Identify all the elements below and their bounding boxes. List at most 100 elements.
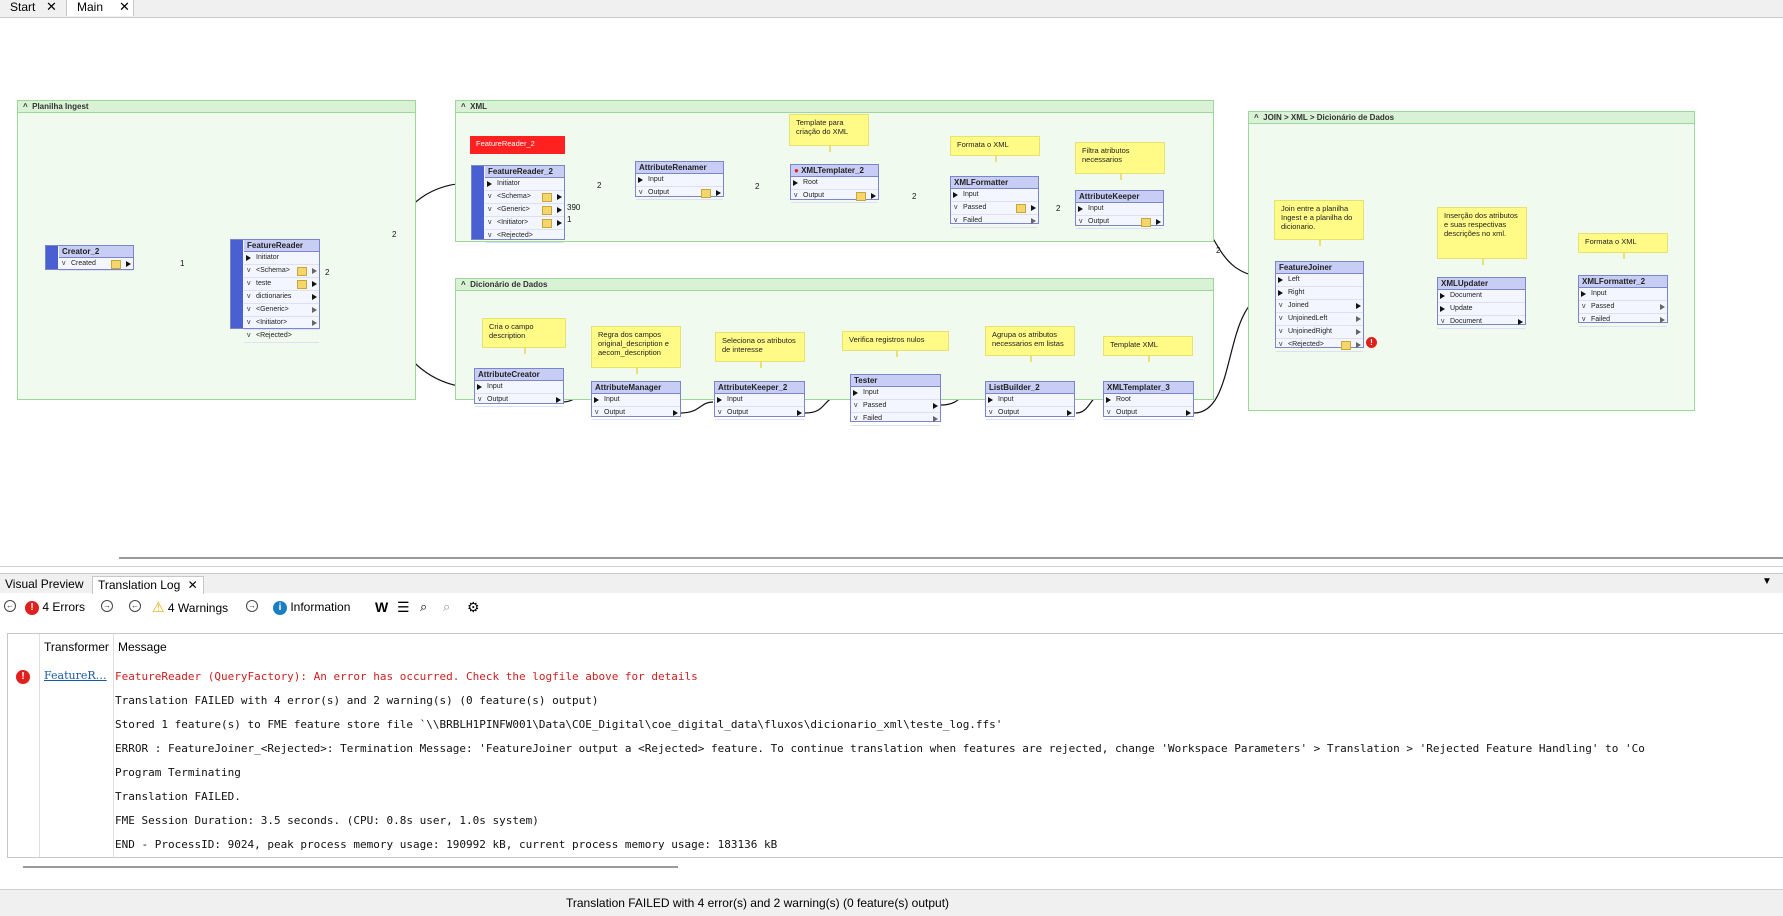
port-input[interactable]: Input: [475, 381, 563, 394]
port-update[interactable]: Update: [1438, 303, 1525, 316]
node-xmltemplater-2[interactable]: ● XMLTemplater_2 Root v Output: [790, 164, 879, 203]
errors-filter-button[interactable]: ! 4 Errors: [25, 599, 85, 615]
close-icon[interactable]: ✕: [46, 0, 57, 14]
error-badge-icon[interactable]: !: [1366, 337, 1377, 348]
bookmark-dicionario[interactable]: ^ Dicionário de Dados: [455, 278, 1214, 400]
tab-translation-log[interactable]: Translation Log ✕: [92, 576, 204, 594]
close-icon[interactable]: ✕: [188, 578, 198, 592]
port-initiator-out[interactable]: v <Initiator>: [244, 317, 319, 330]
tab-start[interactable]: Start ✕: [0, 0, 62, 16]
chevron-down-icon[interactable]: ▼: [1762, 576, 1772, 587]
port-output[interactable]: v Output: [636, 187, 723, 200]
port-rejected[interactable]: v <Rejected>: [244, 330, 319, 343]
close-icon[interactable]: ✕: [119, 0, 130, 14]
gear-icon[interactable]: ⚙: [467, 599, 480, 615]
port-left[interactable]: Left: [1276, 274, 1363, 287]
port-input[interactable]: Input: [1076, 203, 1163, 216]
workspace-canvas[interactable]: ^ Planilha Ingest ^ XML ^ Dicionário de …: [0, 18, 1783, 567]
port-root[interactable]: Root: [791, 177, 878, 190]
log-horizontal-scrollbar[interactable]: [23, 866, 678, 868]
node-xmlformatter-2[interactable]: XMLFormatter_2 Input v Passed v Failed: [1578, 275, 1668, 327]
tab-main[interactable]: Main ✕: [66, 0, 134, 16]
canvas-horizontal-scrollbar[interactable]: [119, 557, 1783, 559]
node-featurereader[interactable]: FeatureReader Initiator v <Schema> v teste…: [230, 239, 320, 343]
port-created[interactable]: v Created: [59, 258, 133, 271]
information-filter-button[interactable]: i Information: [273, 599, 350, 615]
log-line: FeatureReader (QueryFactory): An error h…: [115, 670, 698, 683]
port-input[interactable]: Input: [715, 394, 804, 407]
bookmark-label: JOIN > XML > Dicionário de Dados: [1263, 113, 1395, 122]
annotation-note: Verifica registros nulos: [842, 331, 949, 357]
port-dictionaries[interactable]: v dictionaries: [244, 291, 319, 304]
find-icon[interactable]: ⌕: [420, 599, 427, 615]
port-document-out[interactable]: v Document: [1438, 316, 1525, 329]
port-passed[interactable]: v Passed: [851, 400, 940, 413]
port-output[interactable]: v Output: [791, 190, 878, 203]
port-output[interactable]: v Output: [1104, 407, 1193, 420]
node-attributemanager[interactable]: AttributeManager Input v Output: [591, 381, 681, 420]
node-xmlformatter[interactable]: XMLFormatter Input v Passed v Failed: [950, 176, 1039, 228]
port-output[interactable]: v Output: [475, 394, 563, 407]
port-output[interactable]: v Output: [986, 407, 1074, 420]
port-schema[interactable]: v <Schema>: [244, 265, 319, 278]
column-header-message[interactable]: Message: [118, 640, 167, 654]
word-wrap-icon[interactable]: W: [375, 599, 388, 615]
creator-icon: [46, 246, 58, 269]
node-attributekeeper-2[interactable]: AttributeKeeper_2 Input v Output: [714, 381, 805, 420]
find-next-icon[interactable]: ⌕: [443, 599, 450, 615]
annotation-note: Inserção dos atributos e suas respectiva…: [1437, 207, 1527, 265]
port-document-in[interactable]: Document: [1438, 290, 1525, 303]
port-right[interactable]: Right: [1276, 287, 1363, 300]
column-header-transformer[interactable]: Transformer: [44, 640, 109, 654]
next-warning-icon[interactable]: →: [246, 600, 258, 612]
transformer-link[interactable]: FeatureR…: [44, 669, 107, 682]
port-label: UnjoinedRight: [1288, 328, 1332, 335]
port-passed[interactable]: v Passed: [1579, 301, 1667, 314]
node-featurereader-2[interactable]: FeatureReader_2 Initiator v <Schema> v <Ge…: [471, 165, 565, 243]
tab-visual-preview[interactable]: Visual Preview: [0, 576, 88, 593]
port-input[interactable]: Input: [636, 174, 723, 187]
port-input[interactable]: Input: [851, 387, 940, 400]
node-xmltemplater-3[interactable]: XMLTemplater_3 Root v Output: [1103, 381, 1194, 420]
port-failed[interactable]: v Failed: [851, 413, 940, 426]
node-title: XMLFormatter_2: [1579, 276, 1667, 288]
port-rejected[interactable]: v <Rejected>: [485, 230, 564, 243]
node-creator-2[interactable]: Creator_2 v Created: [45, 245, 134, 271]
node-attributerenamer[interactable]: AttributeRenamer Input v Output: [635, 161, 724, 200]
port-output[interactable]: v Output: [592, 407, 680, 420]
port-initiator[interactable]: Initiator: [485, 178, 564, 191]
next-error-icon[interactable]: →: [101, 600, 113, 612]
port-unjoinedright[interactable]: v UnjoinedRight: [1276, 326, 1363, 339]
port-rejected[interactable]: v <Rejected>: [1276, 339, 1363, 352]
node-listbuilder-2[interactable]: ListBuilder_2 Input v Output: [985, 381, 1075, 420]
node-xmlupdater[interactable]: XMLUpdater Document Update v Document: [1437, 277, 1526, 329]
list-icon[interactable]: ☰: [397, 599, 410, 615]
node-featurejoiner[interactable]: FeatureJoiner Left Right v Joined v Unjoin…: [1275, 261, 1364, 352]
port-initiator-out[interactable]: v <Initiator>: [485, 217, 564, 230]
port-input[interactable]: Input: [986, 394, 1074, 407]
previous-warning-icon[interactable]: ←: [129, 600, 141, 612]
port-teste[interactable]: v teste: [244, 278, 319, 291]
node-tester[interactable]: Tester Input v Passed v Failed: [850, 374, 941, 426]
column-divider: [113, 634, 114, 857]
port-failed[interactable]: v Failed: [951, 215, 1038, 228]
port-schema[interactable]: v <Schema>: [485, 191, 564, 204]
port-root[interactable]: Root: [1104, 394, 1193, 407]
port-passed[interactable]: v Passed: [951, 202, 1038, 215]
port-generic[interactable]: v <Generic>: [485, 204, 564, 217]
port-output[interactable]: v Output: [1076, 216, 1163, 229]
port-joined[interactable]: v Joined: [1276, 300, 1363, 313]
port-input[interactable]: Input: [592, 394, 680, 407]
reader-icon: [231, 240, 243, 328]
node-attributekeeper[interactable]: AttributeKeeper Input v Output: [1075, 190, 1164, 229]
port-input[interactable]: Input: [1579, 288, 1667, 301]
warnings-filter-button[interactable]: ⚠ 4 Warnings: [152, 599, 228, 615]
port-generic[interactable]: v <Generic>: [244, 304, 319, 317]
port-failed[interactable]: v Failed: [1579, 314, 1667, 327]
node-attributecreator[interactable]: AttributeCreator Input v Output: [474, 368, 564, 407]
port-unjoinedleft[interactable]: v UnjoinedLeft: [1276, 313, 1363, 326]
port-input[interactable]: Input: [951, 189, 1038, 202]
port-output[interactable]: v Output: [715, 407, 804, 420]
previous-error-icon[interactable]: ←: [4, 600, 16, 612]
port-initiator[interactable]: Initiator: [244, 252, 319, 265]
